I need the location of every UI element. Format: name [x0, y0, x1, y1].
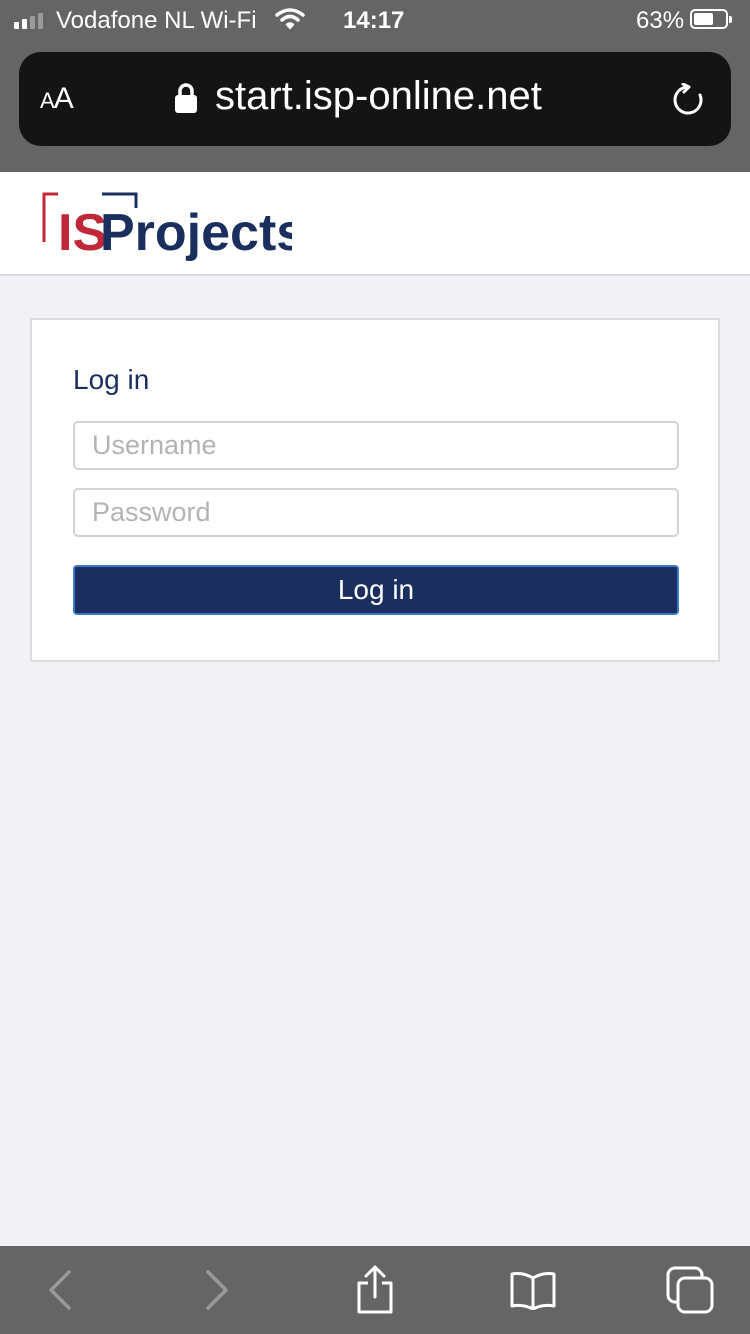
- login-button[interactable]: Log in: [73, 565, 679, 615]
- text-size-button[interactable]: AA: [40, 82, 74, 116]
- status-bar: Vodafone NL Wi-Fi 14:17 63%: [0, 0, 750, 42]
- site-header: IS Projects: [0, 172, 750, 276]
- battery-percent: 63%: [636, 7, 685, 34]
- password-input[interactable]: [73, 488, 679, 537]
- reload-icon[interactable]: [671, 82, 705, 117]
- carrier-label: Vodafone NL Wi-Fi: [56, 7, 257, 34]
- address-bar[interactable]: AA start.isp-online.net: [19, 52, 731, 146]
- isprojects-logo[interactable]: IS Projects: [42, 192, 292, 262]
- wifi-icon: [275, 8, 305, 35]
- back-icon[interactable]: [15, 1246, 105, 1334]
- browser-toolbar: [0, 1246, 750, 1334]
- login-title: Log in: [73, 364, 150, 395]
- signal-strength-icon: [14, 11, 43, 29]
- tabs-icon[interactable]: [645, 1246, 735, 1334]
- battery-icon: [690, 9, 732, 29]
- url-text[interactable]: start.isp-online.net: [215, 74, 542, 119]
- clock: 14:17: [343, 7, 405, 34]
- browser-chrome: AA start.isp-online.net: [0, 42, 750, 172]
- logo-text-projects: Projects: [100, 204, 292, 262]
- login-card: Log in Log in: [30, 318, 720, 662]
- bookmarks-icon[interactable]: [488, 1246, 578, 1334]
- lock-icon: [174, 82, 198, 114]
- share-icon[interactable]: [330, 1246, 420, 1334]
- forward-icon[interactable]: [172, 1246, 262, 1334]
- username-input[interactable]: [73, 421, 679, 470]
